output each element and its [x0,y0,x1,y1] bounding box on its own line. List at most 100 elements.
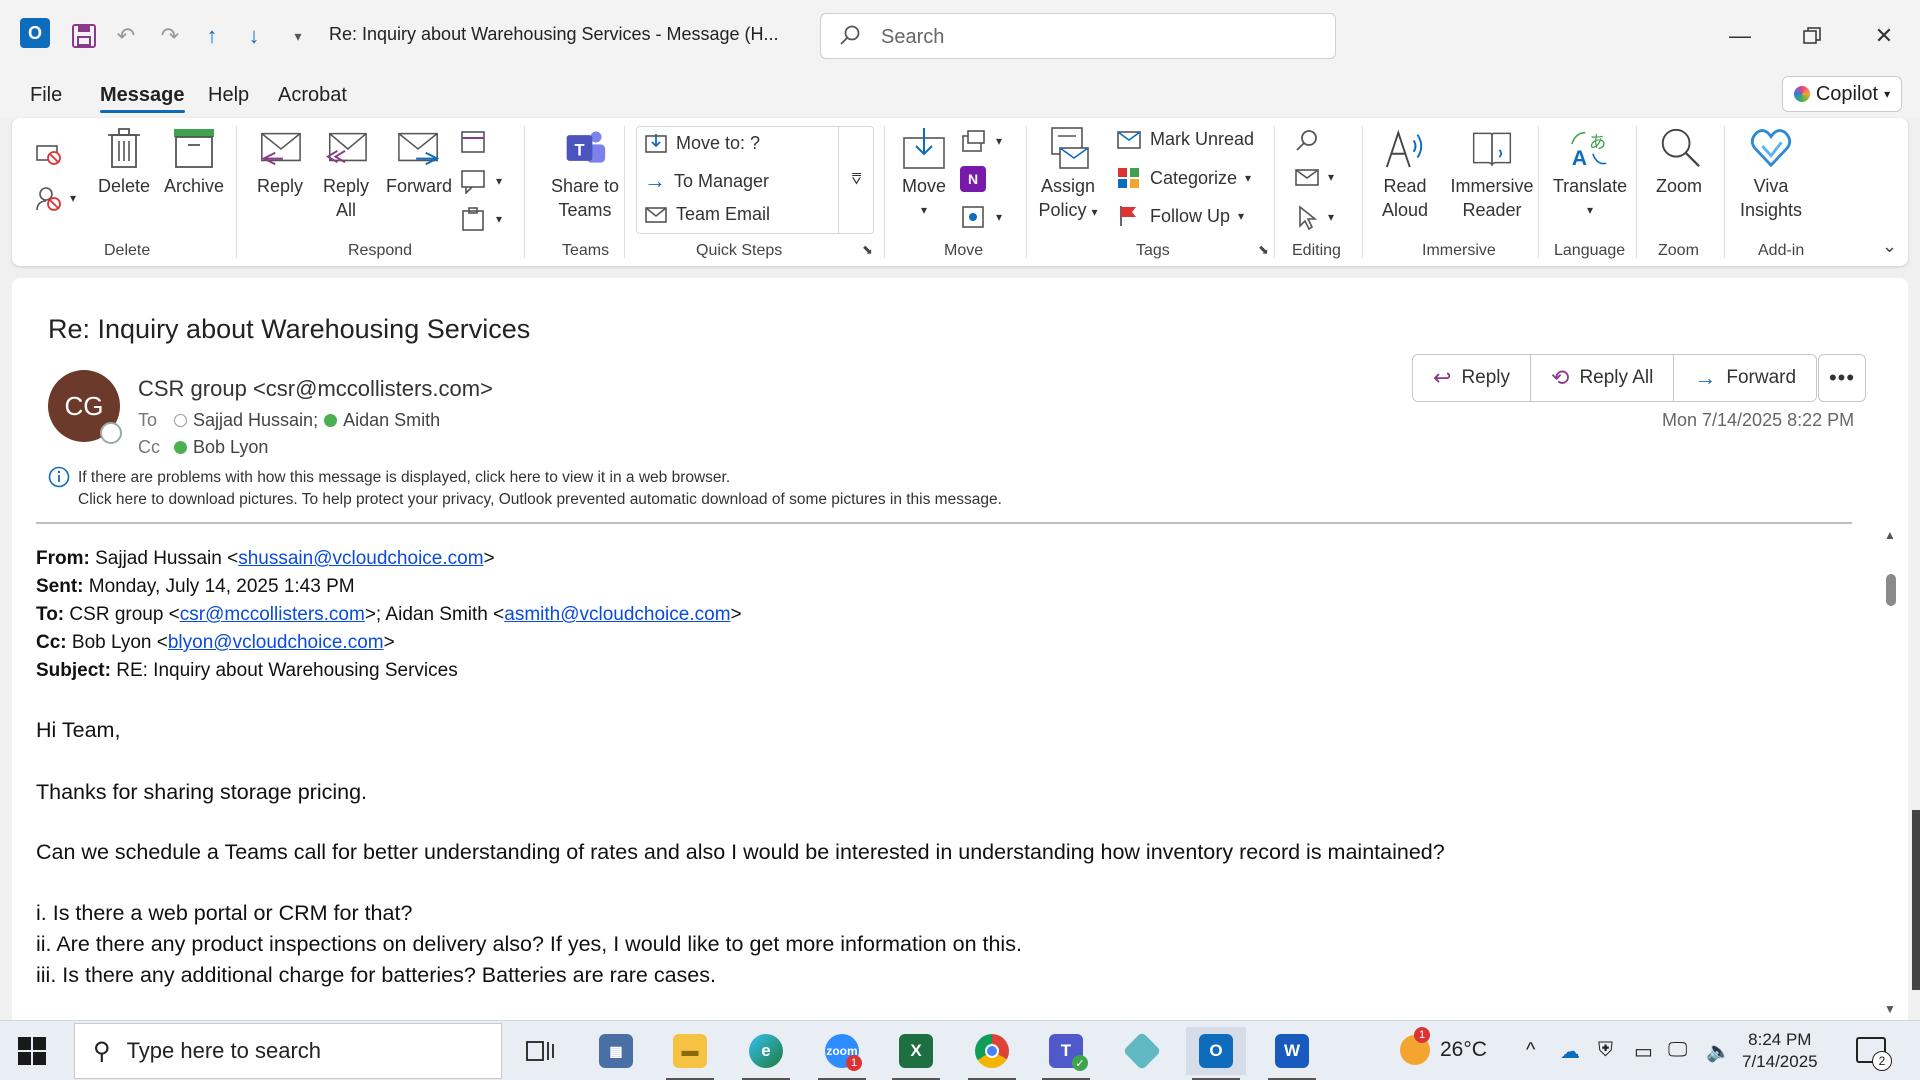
immersive-reader-button[interactable]: Immersive Reader [1444,126,1540,222]
restore-icon[interactable] [1792,18,1832,54]
download-pictures-notice[interactable]: Click here to download pictures. To help… [78,491,1002,509]
calculator-app-icon[interactable]: ▦ [586,1027,646,1075]
save-icon[interactable] [68,20,100,52]
more-actions-button[interactable]: ••• [1818,354,1866,402]
recipient-name[interactable]: Aidan Smith [343,410,440,431]
customize-toolbar-icon[interactable]: ▾ [282,20,314,52]
file-explorer-app-icon[interactable]: ▬ [660,1027,720,1080]
minimize-icon[interactable]: — [1720,18,1760,54]
email-link[interactable]: csr@mccollisters.com [180,604,365,625]
title-bar: O ↶ ↷ ↑ ↓ ▾ Re: Inquiry about Warehousin… [0,0,1920,72]
taskbar-search-input[interactable]: ⚲ Type here to search [74,1023,502,1079]
onedrive-icon[interactable]: ☁ [1560,1039,1580,1064]
outlook-app-icon[interactable]: O [1186,1027,1246,1080]
rules-button[interactable]: ▾ [960,128,1002,154]
info-icon [48,466,70,488]
next-item-icon[interactable]: ↓ [238,20,270,52]
recipient-name[interactable]: Bob Lyon [193,437,268,458]
network-icon[interactable]: 🖵 [1668,1039,1687,1062]
undo-icon[interactable]: ↶ [110,20,142,52]
edge-app-icon[interactable]: e [736,1027,796,1080]
chevron-up-icon[interactable]: ^ [1526,1039,1535,1062]
teams-app-icon[interactable]: T ✓ [1036,1027,1096,1080]
actions-button[interactable]: ▾ [960,204,1002,230]
forward-button[interactable]: → Forward [1674,355,1817,401]
quoted-from: From: Sajjad Hussain <shussain@vcloudcho… [36,548,495,569]
related-button[interactable]: ▾ [1294,166,1334,188]
scroll-up-icon[interactable]: ▲ [1884,528,1896,542]
forward-button[interactable]: Forward [382,126,456,198]
meeting-button[interactable] [460,128,488,154]
email-link[interactable]: asmith@vcloudchoice.com [504,604,730,625]
zoom-button[interactable]: Zoom [1648,126,1710,198]
scroll-down-icon[interactable]: ▼ [1884,1002,1896,1016]
dialog-launcher-icon[interactable]: ⬊ [862,242,873,258]
onenote-button[interactable]: N [960,166,986,192]
reading-pane: Re: Inquiry about Warehousing Services C… [12,278,1908,1020]
search-input[interactable]: Search [820,13,1336,59]
move-button[interactable]: Move ▾ [894,126,954,222]
copilot-button[interactable]: Copilot ▾ [1782,76,1902,112]
excel-app-icon[interactable]: X [886,1027,946,1080]
tab-help[interactable]: Help [208,84,249,107]
message-scrollbar[interactable]: ▲ ▼ [1880,522,1902,1020]
previous-item-icon[interactable]: ↑ [196,20,228,52]
archive-button[interactable]: Archive [160,126,228,198]
share-to-teams-button[interactable]: T Share to Teams [538,126,632,222]
mark-unread-button[interactable]: Mark Unread [1116,128,1254,150]
reply-all-button[interactable]: ⟲ Reply All [1531,355,1675,401]
find-button[interactable] [1294,128,1320,154]
junk-button[interactable]: ▾ [34,184,76,212]
chevron-down-icon: ▾ [1091,205,1098,219]
zoom-app-icon[interactable]: zoom 1 [812,1027,872,1080]
quick-step-team-email[interactable]: Team Email [644,204,770,225]
quick-step-move-to[interactable]: Move to: ? [644,132,760,154]
reply-button[interactable]: Reply [252,126,308,198]
collapse-ribbon-icon[interactable]: ⌄ [1882,236,1897,257]
defender-icon[interactable]: ⛨ [1598,1039,1613,1062]
view-in-browser-notice[interactable]: If there are problems with how this mess… [78,469,730,487]
chrome-app-icon[interactable] [962,1027,1022,1080]
quoted-subject: Subject: RE: Inquiry about Warehousing S… [36,660,458,681]
battery-icon[interactable]: ▭ [1634,1039,1653,1064]
weather-sun-icon: 1 [1400,1027,1430,1065]
close-icon[interactable]: ✕ [1864,18,1904,54]
weather-widget[interactable]: 1 26°C [1400,1027,1487,1065]
tab-file[interactable]: File [30,84,62,107]
redo-icon[interactable]: ↷ [154,20,186,52]
assign-policy-button[interactable]: Assign Policy ▾ [1036,126,1100,224]
viva-insights-button[interactable]: Viva Insights [1736,126,1806,222]
im-reply-button[interactable]: ▾ [460,168,502,194]
temperature: 26°C [1440,1038,1487,1061]
reply-button[interactable]: ↩ Reply [1413,355,1532,401]
more-respond-button[interactable]: ▾ [460,206,502,232]
tab-message[interactable]: Message [100,84,185,113]
scrollbar-thumb[interactable] [1886,574,1896,606]
sender-name[interactable]: CSR group <csr@mccollisters.com> [138,376,493,402]
ignore-button[interactable] [34,140,62,168]
email-link[interactable]: shussain@vcloudchoice.com [238,548,483,569]
generic-app-icon[interactable] [1112,1027,1172,1075]
categorize-button[interactable]: Categorize ▾ [1116,166,1251,190]
rules-icon [962,130,985,152]
dialog-launcher-icon[interactable]: ⬊ [1258,242,1269,258]
quick-steps-more-icon[interactable]: ⩢ [838,126,874,234]
task-view-icon[interactable] [510,1027,570,1075]
windows-start-icon[interactable] [18,1037,46,1065]
recipient-name[interactable]: Sajjad Hussain; [193,410,318,431]
email-link[interactable]: blyon@vcloudchoice.com [168,632,384,653]
mark-unread-label: Mark Unread [1150,128,1255,149]
reply-all-button[interactable]: Reply All [318,126,374,222]
follow-up-button[interactable]: Follow Up ▾ [1116,204,1244,228]
volume-icon[interactable]: 🔈 [1706,1039,1731,1064]
zoom-notification-badge: 1 [846,1055,862,1071]
system-clock[interactable]: 8:24 PM 7/14/2025 [1742,1029,1818,1073]
forward-icon: → [1694,365,1717,390]
tab-acrobat[interactable]: Acrobat [278,84,347,107]
read-aloud-button[interactable]: Read Aloud [1370,126,1440,222]
select-button[interactable]: ▾ [1294,204,1334,230]
word-app-icon[interactable]: W [1262,1027,1322,1080]
translate-button[interactable]: Aあ Translate ▾ [1550,126,1630,222]
delete-button[interactable]: Delete [96,126,152,198]
quick-step-to-manager[interactable]: → To Manager [644,168,769,194]
